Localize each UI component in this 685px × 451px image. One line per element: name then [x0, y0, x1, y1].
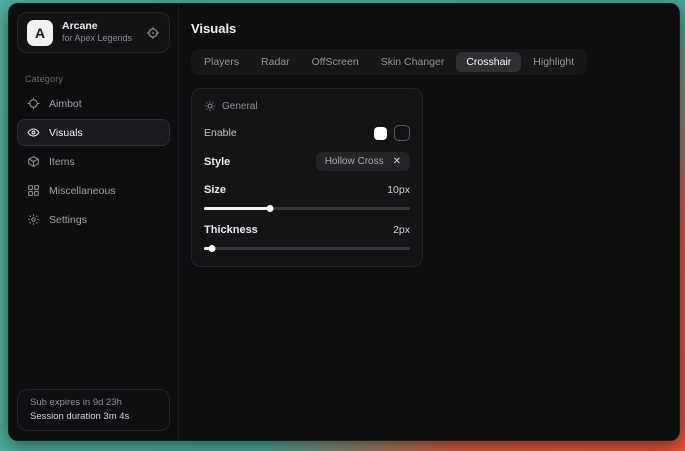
brand-title: Arcane	[62, 20, 132, 33]
tab-offscreen[interactable]: OffScreen	[302, 52, 369, 72]
thickness-value: 2px	[393, 224, 410, 236]
brand-text: Arcane for Apex Legends	[62, 20, 132, 44]
tab-players[interactable]: Players	[194, 52, 249, 72]
sidebar-item-visuals[interactable]: Visuals	[17, 119, 170, 146]
panel-header: General	[204, 100, 410, 112]
tab-highlight[interactable]: Highlight	[523, 52, 584, 72]
enable-row: Enable	[204, 125, 410, 141]
size-slider-thumb[interactable]	[266, 205, 273, 212]
sidebar-nav: Aimbot Visuals Items	[9, 90, 178, 233]
visuals-tabbar: Players Radar OffScreen Skin Changer Cro…	[191, 49, 587, 75]
sidebar-item-miscellaneous[interactable]: Miscellaneous	[17, 177, 170, 204]
size-label: Size	[204, 184, 226, 196]
style-row: Style Hollow Cross ✕	[204, 152, 410, 171]
sidebar-item-label: Aimbot	[49, 98, 82, 110]
sidebar-item-label: Settings	[49, 214, 87, 226]
package-icon	[27, 155, 40, 168]
color-swatch[interactable]	[374, 127, 387, 140]
enable-controls	[374, 125, 410, 141]
sidebar-item-label: Items	[49, 156, 75, 168]
crosshair-icon	[27, 97, 40, 110]
sub-expires-text: Sub expires in 9d 23h	[30, 397, 157, 408]
thickness-row: Thickness 2px	[204, 224, 410, 236]
brand-subtitle: for Apex Legends	[62, 33, 132, 44]
sidebar-item-label: Visuals	[49, 127, 83, 139]
sidebar-item-label: Miscellaneous	[49, 185, 116, 197]
thickness-label: Thickness	[204, 224, 258, 236]
enable-checkbox[interactable]	[394, 125, 410, 141]
size-slider[interactable]	[204, 205, 410, 212]
tab-skin-changer[interactable]: Skin Changer	[371, 52, 455, 72]
clear-icon[interactable]: ✕	[393, 157, 401, 167]
brand-logo: A	[27, 20, 53, 46]
category-label: Category	[25, 74, 178, 84]
size-row: Size 10px	[204, 184, 410, 196]
session-duration-text: Session duration 3m 4s	[30, 411, 157, 422]
page-title: Visuals	[191, 21, 667, 36]
panel-title: General	[222, 101, 258, 112]
app-window: A Arcane for Apex Legends Category	[8, 3, 680, 441]
tab-crosshair[interactable]: Crosshair	[456, 52, 521, 72]
enable-label: Enable	[204, 127, 237, 139]
sidebar-item-items[interactable]: Items	[17, 148, 170, 175]
thickness-slider[interactable]	[204, 245, 410, 252]
target-icon[interactable]	[146, 26, 160, 40]
sidebar: A Arcane for Apex Legends Category	[9, 4, 179, 440]
brand-header: A Arcane for Apex Legends	[17, 12, 170, 53]
thickness-slider-thumb[interactable]	[209, 245, 216, 252]
general-settings-icon	[204, 100, 216, 112]
tab-radar[interactable]: Radar	[251, 52, 300, 72]
general-panel: General Enable Style Hollow Cross ✕ Size…	[191, 88, 423, 267]
eye-icon	[27, 126, 40, 139]
style-dropdown[interactable]: Hollow Cross ✕	[316, 152, 410, 171]
size-slider-fill	[204, 207, 270, 210]
sidebar-item-aimbot[interactable]: Aimbot	[17, 90, 170, 117]
sidebar-item-settings[interactable]: Settings	[17, 206, 170, 233]
subscription-info-box: Sub expires in 9d 23h Session duration 3…	[17, 389, 170, 431]
gear-icon	[27, 213, 40, 226]
size-value: 10px	[387, 184, 410, 196]
thickness-slider-track	[204, 247, 410, 250]
main-content: Visuals Players Radar OffScreen Skin Cha…	[179, 4, 679, 440]
style-label: Style	[204, 156, 230, 168]
style-dropdown-value: Hollow Cross	[325, 156, 384, 167]
grid-icon	[27, 184, 40, 197]
